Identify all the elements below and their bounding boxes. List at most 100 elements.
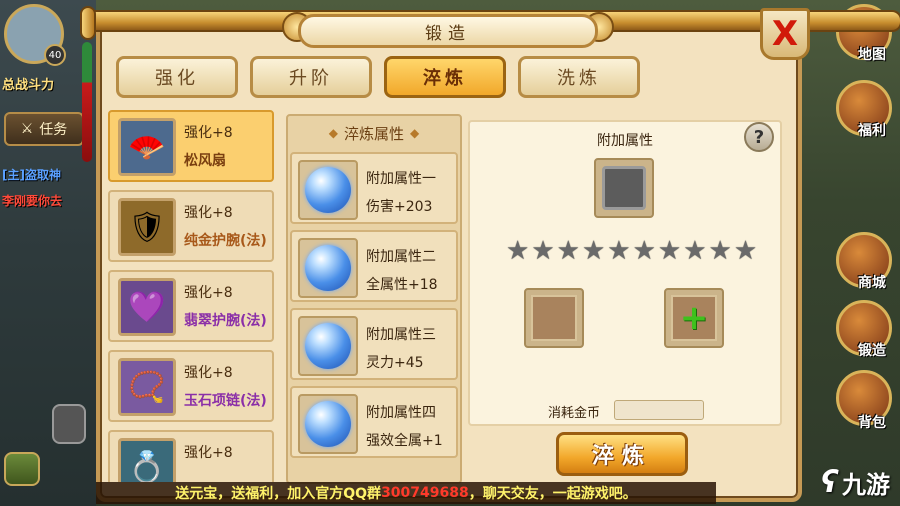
list-item[interactable]: 🪭 强化+8 松风扇 (108, 110, 274, 182)
tab-enhance[interactable]: 强化 (116, 56, 238, 98)
tab-refine[interactable]: 淬炼 (384, 56, 506, 98)
bag-label: 背包 (858, 415, 886, 431)
close-icon: X (771, 14, 799, 54)
window-title: 锻造 (298, 14, 598, 48)
tab-reforge[interactable]: 洗炼 (518, 56, 640, 98)
attribute-row[interactable]: 附加属性三 灵力+45 (290, 308, 458, 380)
add-material-slot[interactable]: + (664, 288, 724, 348)
list-item[interactable]: 📿 强化+8 玉石项链(法) (108, 350, 274, 422)
microphone-icon[interactable] (52, 404, 86, 444)
sapphire-gem-icon (298, 238, 358, 298)
close-button[interactable]: X (760, 8, 810, 60)
forge-tabs: 强化 升阶 淬炼 洗炼 (116, 56, 640, 98)
attribute-name: 附加属性四 (366, 405, 436, 421)
list-item[interactable]: 🛡 强化+8 纯金护腕(法) (108, 190, 274, 262)
attribute-value: 强效全属+1 (366, 433, 443, 449)
item-level: 强化+8 (184, 445, 233, 461)
jade-bracer-icon: 💜 (118, 278, 176, 336)
tab-label: 强化 (155, 68, 199, 89)
watermark-text: 九游 (842, 471, 890, 499)
marquee-text-end: ，聊天交友，一起游戏吧。 (468, 486, 637, 502)
attribute-row[interactable]: 附加属性二 全属性+18 (290, 230, 458, 302)
gold-cost-value (614, 400, 704, 420)
qq-group-number: 300749688 (381, 485, 469, 501)
tab-upgrade[interactable]: 升阶 (250, 56, 372, 98)
star-icon: ★ (708, 236, 732, 266)
announcement-marquee: 送元宝，送福利，加入官方QQ群 300749688 ，聊天交友，一起游戏吧。 (96, 482, 716, 504)
list-item[interactable]: 💜 强化+8 翡翠护腕(法) (108, 270, 274, 342)
sapphire-gem-icon (298, 160, 358, 220)
tab-label: 升阶 (289, 68, 333, 89)
refine-attributes-panel[interactable]: ◆ 淬炼属性 ◆ 附加属性一 伤害+203 附加属性二 全属性+18 附加属性三… (286, 114, 462, 484)
task-icon: ⚔ (20, 121, 34, 137)
star-icon: ★ (657, 236, 682, 266)
task-label: 任务 (39, 122, 68, 138)
star-icon: ★ (607, 236, 631, 266)
star-icon: ★ (556, 236, 580, 266)
bonus-attribute-detail: 附加属性 ? ★ ★ ★ ★ ★ ★ ★ ★ ★ ★ + 消耗金币 (468, 120, 782, 426)
help-button[interactable]: ? (744, 122, 774, 152)
marquee-text: 送元宝，送福利，加入官方QQ群 (175, 486, 382, 502)
tab-label: 淬炼 (423, 68, 467, 89)
refine-button[interactable]: 淬炼 (556, 432, 688, 476)
item-name: 松风扇 (184, 153, 226, 169)
shop-label: 商城 (858, 275, 886, 291)
attribute-name: 附加属性三 (366, 327, 436, 343)
star-rating: ★ ★ ★ ★ ★ ★ ★ ★ ★ ★ (506, 238, 757, 264)
attribute-value: 全属性+18 (366, 277, 438, 293)
attribute-row[interactable]: 附加属性四 强效全属+1 (290, 386, 458, 458)
item-level: 强化+8 (184, 205, 233, 221)
ornament-icon: ◆ (328, 126, 338, 140)
attribute-row[interactable]: 附加属性一 伤害+203 (290, 152, 458, 224)
item-name: 翡翠护腕(法) (184, 313, 267, 329)
nine-game-logo-icon: ʕ (820, 465, 838, 500)
star-icon: ★ (632, 236, 656, 266)
attribute-value: 伤害+203 (366, 199, 433, 215)
sapphire-gem-icon (298, 316, 358, 376)
detail-title: 附加属性 (597, 133, 653, 149)
tab-label: 洗炼 (557, 68, 601, 89)
forge-label: 锻造 (858, 343, 886, 359)
jade-necklace-icon: 📿 (118, 358, 176, 416)
quest-line-1[interactable]: [主]盗取神 (2, 166, 61, 183)
right-hud: 地图 福利 商城 锻造 背包 (800, 0, 900, 506)
chat-icon[interactable] (4, 452, 40, 486)
item-level: 强化+8 (184, 125, 233, 141)
material-slot[interactable] (524, 288, 584, 348)
star-icon: ★ (683, 236, 707, 266)
star-icon: ★ (581, 236, 606, 266)
welfare-label: 福利 (858, 123, 886, 139)
gold-cost-label: 消耗金币 (548, 406, 601, 421)
tassel-decoration (82, 42, 92, 162)
total-power-label: 总战斗力 (2, 78, 55, 93)
refine-attributes-title: 淬炼属性 (343, 124, 404, 143)
fan-icon: 🪭 (118, 118, 176, 176)
item-level: 强化+8 (184, 365, 233, 381)
attribute-name: 附加属性二 (366, 249, 436, 265)
attribute-value: 灵力+45 (366, 355, 424, 371)
green-ring-icon: 💍 (118, 438, 176, 482)
question-icon: ? (753, 126, 765, 148)
item-name: 玉石项链(法) (184, 393, 267, 409)
target-item-slot[interactable] (594, 158, 654, 218)
star-icon: ★ (733, 236, 758, 266)
plus-icon: + (679, 298, 709, 338)
item-name: 纯金护腕(法) (184, 233, 267, 249)
rod-knob-left (80, 6, 96, 40)
gold-bracer-icon: 🛡 (118, 198, 176, 256)
ornament-icon: ◆ (410, 126, 420, 140)
task-button[interactable]: ⚔ 任务 (4, 112, 84, 146)
item-level: 强化+8 (184, 285, 233, 301)
equipment-list[interactable]: 🪭 强化+8 松风扇 🛡 强化+8 纯金护腕(法) 💜 强化+8 翡翠护腕(法)… (108, 110, 280, 482)
refine-button-label: 淬炼 (591, 444, 652, 469)
star-icon: ★ (531, 236, 555, 266)
watermark: ʕ 九游 (821, 465, 890, 500)
list-item[interactable]: 💍 强化+8 (108, 430, 274, 482)
star-icon: ★ (506, 236, 530, 266)
map-label: 地图 (858, 47, 886, 63)
quest-line-2[interactable]: 李刚要你去 (2, 192, 62, 209)
sapphire-gem-icon (298, 394, 358, 454)
player-level-badge: 40 (44, 44, 66, 66)
refine-attributes-header: ◆ 淬炼属性 ◆ (288, 116, 460, 150)
attribute-name: 附加属性一 (366, 171, 436, 187)
